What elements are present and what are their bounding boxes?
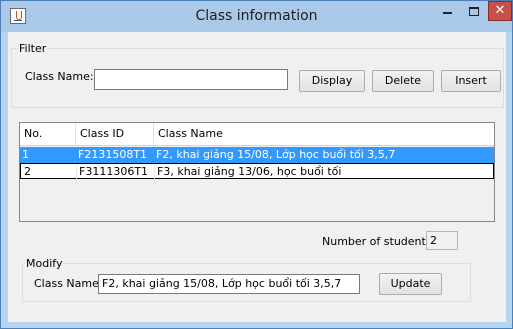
modify-class-name-label: Class Name: [34,277,103,290]
class-table[interactable]: No. Class ID Class Name 1 F2131508T1 F2,… [19,122,495,222]
content-pane: Filter Class Name: Display Delete Insert… [8,32,506,322]
column-header-no[interactable]: No. [20,123,76,145]
filter-class-name-label: Class Name: [25,70,94,83]
app-window: Class information ✕ Filter Class Name: D… [0,0,513,329]
filter-group: Filter Class Name: Display Delete Insert [11,42,504,108]
modify-legend: Modify [25,257,64,270]
display-button[interactable]: Display [299,70,365,92]
cell-no: 2 [22,164,77,180]
column-header-class-id[interactable]: Class ID [76,123,154,145]
column-header-class-name[interactable]: Class Name [154,123,494,145]
filter-legend: Filter [18,42,48,55]
modify-class-name-input[interactable]: F2, khai giảng 15/08, Lớp học buổi tối 3… [98,274,360,294]
cell-no: 1 [22,148,29,161]
filter-class-name-input[interactable] [94,69,288,90]
cell-class-name: F2, khai giảng 15/08, Lớp học buổi tối 3… [156,148,396,161]
maximize-icon[interactable] [461,1,487,21]
number-of-students-label: Number of students: [322,235,436,248]
title-bar[interactable]: Class information ✕ [1,1,512,32]
table-row[interactable]: 1 F2131508T1 F2, khai giảng 15/08, Lớp h… [20,147,494,163]
modify-group: Modify Class Name: F2, khai giảng 15/08,… [22,257,471,302]
close-icon[interactable]: ✕ [488,1,512,21]
table-row[interactable]: 2 F3111306T1 F3, khai giảng 13/06, học b… [20,163,494,180]
delete-button[interactable]: Delete [372,70,434,92]
minimize-icon[interactable] [434,1,460,21]
number-of-students-field: 2 [426,231,458,250]
cell-class-id: F3111306T1 [77,164,155,180]
cell-class-id: F2131508T1 [78,148,148,161]
table-header: No. Class ID Class Name [20,123,494,146]
cell-class-name: F3, khai giảng 13/06, học buổi tối [157,165,342,178]
insert-button[interactable]: Insert [441,70,501,92]
update-button[interactable]: Update [379,273,442,295]
